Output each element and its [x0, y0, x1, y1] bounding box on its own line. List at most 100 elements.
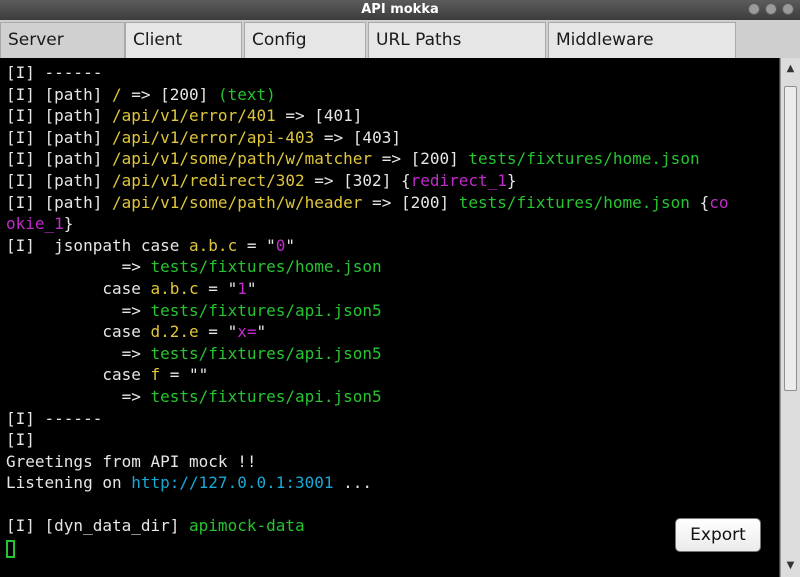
console-segment: }	[63, 214, 74, 234]
console-segment: co	[709, 192, 729, 212]
maximize-button[interactable]	[765, 3, 777, 15]
console-segment: redirect_1	[410, 170, 507, 190]
console-segment: => [200]	[121, 84, 218, 104]
console-segment: tests/fixtures/api.json5	[150, 300, 382, 320]
console-segment: x=	[237, 322, 257, 342]
console-line: [I] jsonpath case a.b.c = "0"	[6, 235, 779, 257]
console-line: [I] [dyn_data_dir] apimock-data	[6, 515, 779, 537]
scroll-down-arrow-icon[interactable]: ▼	[781, 559, 800, 573]
console-line: => tests/fixtures/home.json	[6, 256, 779, 278]
console-segment: =>	[6, 257, 151, 277]
console-segment: [I] jsonpath case	[6, 235, 190, 255]
console-line: case a.b.c = "1"	[6, 278, 779, 300]
console-segment: /api/v1/redirect/302	[111, 170, 305, 190]
console-segment: (text)	[217, 84, 276, 104]
console-segment: okie_1	[6, 214, 64, 234]
console-segment: => [200]	[372, 149, 469, 169]
console-segment: [I] ------	[6, 408, 103, 428]
console-segment: d.2.e	[150, 322, 199, 342]
vertical-scrollbar[interactable]: ▲ ▼	[780, 58, 800, 577]
console-segment: }	[506, 170, 517, 190]
window-controls	[748, 3, 794, 15]
text-cursor	[6, 539, 15, 558]
console-segment: tests/fixtures/api.json5	[150, 343, 382, 363]
console-line: [I] [path] /api/v1/redirect/302 => [302]…	[6, 170, 779, 192]
console-line: [I] [path] /api/v1/error/401 => [401]	[6, 105, 779, 127]
tab-client[interactable]: Client	[125, 22, 242, 58]
scrollbar-thumb[interactable]	[784, 86, 797, 391]
console-output[interactable]: [I] ------ [I] [path] / => [200] (text) [I…	[0, 58, 780, 577]
console-segment: case	[6, 365, 151, 385]
console-segment: case	[6, 278, 151, 298]
console-segment: =>	[6, 386, 151, 406]
tab-url-paths[interactable]: URL Paths	[368, 22, 546, 58]
console-segment: => [401]	[275, 106, 363, 126]
console-line: case f = ""	[6, 364, 779, 386]
console-segment: [I] ------	[6, 63, 103, 82]
console-line: => tests/fixtures/api.json5	[6, 300, 779, 322]
scroll-up-arrow-icon[interactable]: ▲	[781, 62, 800, 76]
tab-config[interactable]: Config	[244, 22, 366, 58]
tab-server[interactable]: Server	[0, 22, 125, 58]
console-line: Greetings from API mock !!	[6, 451, 779, 473]
console-prompt-line	[6, 537, 779, 559]
console-segment: [I]	[6, 430, 35, 450]
console-segment: tests/fixtures/home.json	[468, 149, 700, 169]
console-segment: => [403]	[314, 127, 401, 147]
console-segment: [I] [dyn_data_dir]	[6, 516, 190, 536]
console-segment: apimock-data	[189, 516, 305, 536]
console-segment: 0	[275, 235, 286, 255]
console-line: [I] [path] /api/v1/some/path/w/header =>…	[6, 192, 779, 214]
console-line: case d.2.e = "x="	[6, 321, 779, 343]
close-button[interactable]	[782, 3, 794, 15]
console-segment: f	[150, 365, 161, 385]
console-segment: = "	[198, 278, 238, 298]
minimize-button[interactable]	[748, 3, 760, 15]
console-segment: tests/fixtures/home.json	[150, 257, 382, 277]
console-segment: "	[285, 235, 296, 255]
console-segment: case	[6, 322, 151, 342]
console-segment: a.b.c	[189, 235, 238, 255]
console-segment: [I] [path]	[6, 170, 112, 190]
export-button[interactable]: Export	[675, 518, 761, 552]
app-window: API mokka Server Client Config URL Paths…	[0, 0, 800, 577]
tab-middleware[interactable]: Middleware	[548, 22, 736, 58]
console-segment: /api/v1/error/401	[111, 106, 276, 126]
console-segment: => [302] {	[304, 170, 411, 190]
console-segment: => [200]	[362, 192, 459, 212]
console-segment: [I] [path]	[6, 149, 112, 169]
console-segment: /	[111, 84, 122, 104]
console-segment: {	[689, 192, 710, 212]
console-segment: Greetings from API mock !!	[6, 451, 257, 471]
console-line: Listening on http://127.0.0.1:3001 ...	[6, 472, 779, 494]
console-segment: =>	[6, 300, 151, 320]
console-line: okie_1}	[6, 213, 779, 235]
console-line: [I] [path] /api/v1/error/api-403 => [403…	[6, 127, 779, 149]
console-segment: http://127.0.0.1:3001	[131, 473, 334, 493]
console-segment: = "	[198, 322, 238, 342]
title-bar: API mokka	[0, 0, 800, 21]
window-title: API mokka	[361, 2, 439, 17]
console-line: => tests/fixtures/api.json5	[6, 386, 779, 408]
console-segment: = ""	[160, 365, 209, 385]
console-line: [I] [path] / => [200] (text)	[6, 84, 779, 106]
console-segment: /api/v1/some/path/w/matcher	[111, 149, 373, 169]
console-segment: /api/v1/some/path/w/header	[111, 192, 363, 212]
console-line: [I] ------	[6, 408, 779, 430]
console-segment: tests/fixtures/home.json	[458, 192, 690, 212]
console-segment: =>	[6, 343, 151, 363]
console-segment: a.b.c	[150, 278, 199, 298]
tab-bar: Server Client Config URL Paths Middlewar…	[0, 20, 800, 58]
console-segment: /api/v1/error/api-403	[111, 127, 315, 147]
console-segment: [I] [path]	[6, 84, 112, 104]
console-line: [I] ------	[6, 62, 779, 84]
console-line: [I]	[6, 429, 779, 451]
console-segment: Listening on	[6, 473, 132, 493]
console-segment: = "	[237, 235, 276, 255]
console-segment: "	[256, 322, 267, 342]
console-segment: [I] [path]	[6, 106, 112, 126]
console-segment: [I] [path]	[6, 192, 112, 212]
console-segment: ...	[333, 473, 373, 493]
console-segment: 1	[237, 278, 247, 298]
